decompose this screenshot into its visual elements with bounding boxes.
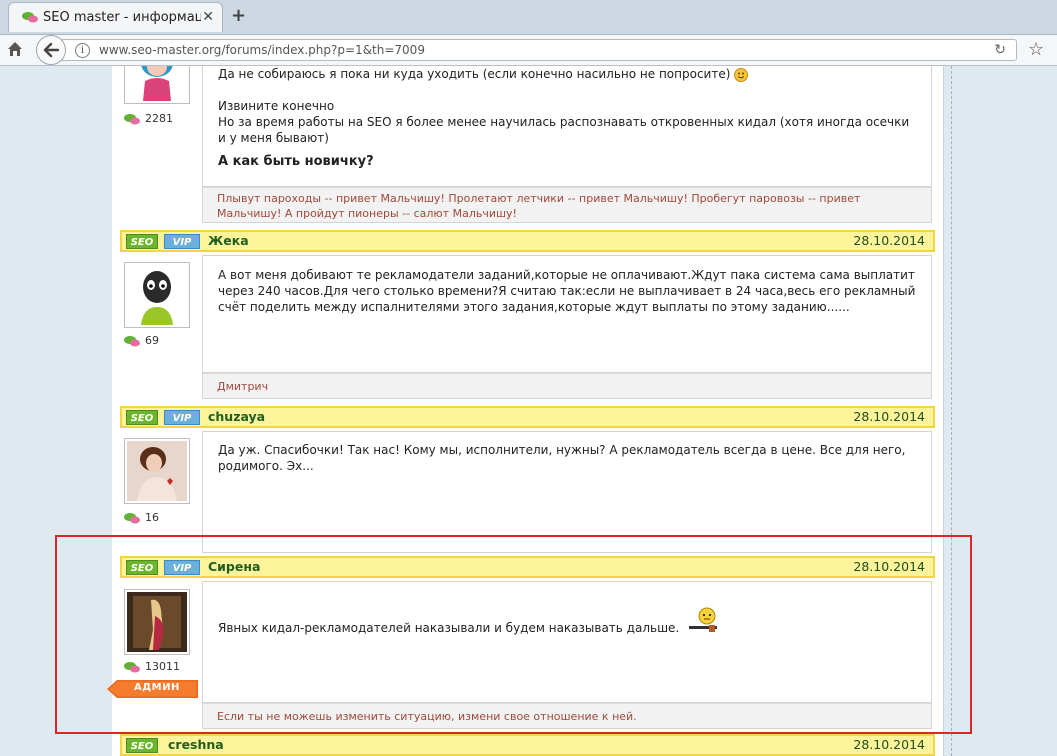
rating-icon [124,513,140,524]
post-signature: Дмитрич [202,373,932,399]
post-text-line: Но за время работы на SEO я более менее … [218,115,910,145]
new-tab-icon[interactable]: + [231,5,246,26]
user-rating: 16 [124,511,159,524]
post-header: SEO creshna 28.10.2014 [120,734,935,756]
smiley-with-gun-icon [689,607,718,632]
user-rating: 2281 [124,112,173,125]
post-body: Явных кидал-рекламодателей наказывали и … [202,581,932,703]
reload-icon[interactable]: ↻ [994,42,1006,58]
avatar[interactable] [124,262,190,328]
seo-badge: SEO [126,560,158,575]
page-divider [951,66,952,756]
post-signature: Плывут пароходы -- привет Мальчишу! Прол… [202,187,932,223]
avatar[interactable] [124,66,190,104]
admin-label: АДМИН [134,682,180,693]
smiley-icon [734,67,749,82]
home-icon[interactable] [7,41,23,57]
post-date: 28.10.2014 [853,559,925,574]
forum-page: 2281 Да не собираюсь я пока ни куда уход… [0,66,1057,756]
post-header: SEO VIP chuzaya 28.10.2014 [120,406,935,428]
seo-badge: SEO [126,234,158,249]
post-text: Да уж. Спасибочки! Так нас! Кому мы, исп… [218,443,906,473]
post-date: 28.10.2014 [853,233,925,248]
rating-icon [124,336,140,347]
post-body: Да не собираюсь я пока ни куда уходить (… [202,66,932,187]
post-date: 28.10.2014 [853,409,925,424]
post-text-line: Извините конечно [218,99,335,113]
seo-badge: SEO [126,738,158,753]
address-bar[interactable]: i www.seo-master.org/forums/index.php?p=… [62,39,1017,61]
url-text: www.seo-master.org/forums/index.php?p=1&… [99,43,425,57]
post-body: Да уж. Спасибочки! Так нас! Кому мы, исп… [202,431,932,553]
rating-icon [124,114,140,125]
avatar[interactable] [124,589,190,655]
vip-badge: VIP [164,410,200,425]
tab-bar: SEO master - информаци... ✕ + [0,0,1057,35]
user-rating: 13011 [124,660,180,673]
vip-badge: VIP [164,560,200,575]
browser-tab[interactable]: SEO master - информаци... ✕ [8,2,223,32]
post-header: SEO VIP Жека 28.10.2014 [120,230,935,252]
post-username[interactable]: Сирена [208,559,260,574]
post-bold-line: А как быть новичку? [218,154,374,169]
site-favicon-icon [22,12,38,23]
post-text: А вот меня добивают те рекламодатели зад… [218,268,916,314]
post-header: SEO VIP Сирена 28.10.2014 [120,556,935,578]
tab-title: SEO master - информаци... [43,10,201,25]
tab-close-icon[interactable]: ✕ [202,9,214,25]
bookmark-star-icon[interactable]: ☆ [1028,39,1044,60]
post-text: Явных кидал-рекламодателей наказывали и … [218,621,680,635]
post-username[interactable]: chuzaya [208,409,265,424]
post-username[interactable]: Жека [208,233,249,248]
seo-badge: SEO [126,410,158,425]
back-button[interactable] [36,35,66,65]
post-username[interactable]: creshna [168,737,224,752]
rating-icon [124,662,140,673]
post-text-line: Да не собираюсь я пока ни куда уходить (… [218,66,916,82]
back-arrow-icon [43,42,60,58]
post-signature: Если ты не можешь изменить ситуацию, изм… [202,703,932,729]
user-rating: 69 [124,334,159,347]
avatar[interactable] [124,438,190,504]
vip-badge: VIP [164,234,200,249]
info-icon[interactable]: i [75,43,90,58]
nav-bar: i www.seo-master.org/forums/index.php?p=… [0,35,1057,66]
post-body: А вот меня добивают те рекламодатели зад… [202,255,932,373]
admin-badge: АДМИН [107,680,198,698]
post-date: 28.10.2014 [853,737,925,752]
